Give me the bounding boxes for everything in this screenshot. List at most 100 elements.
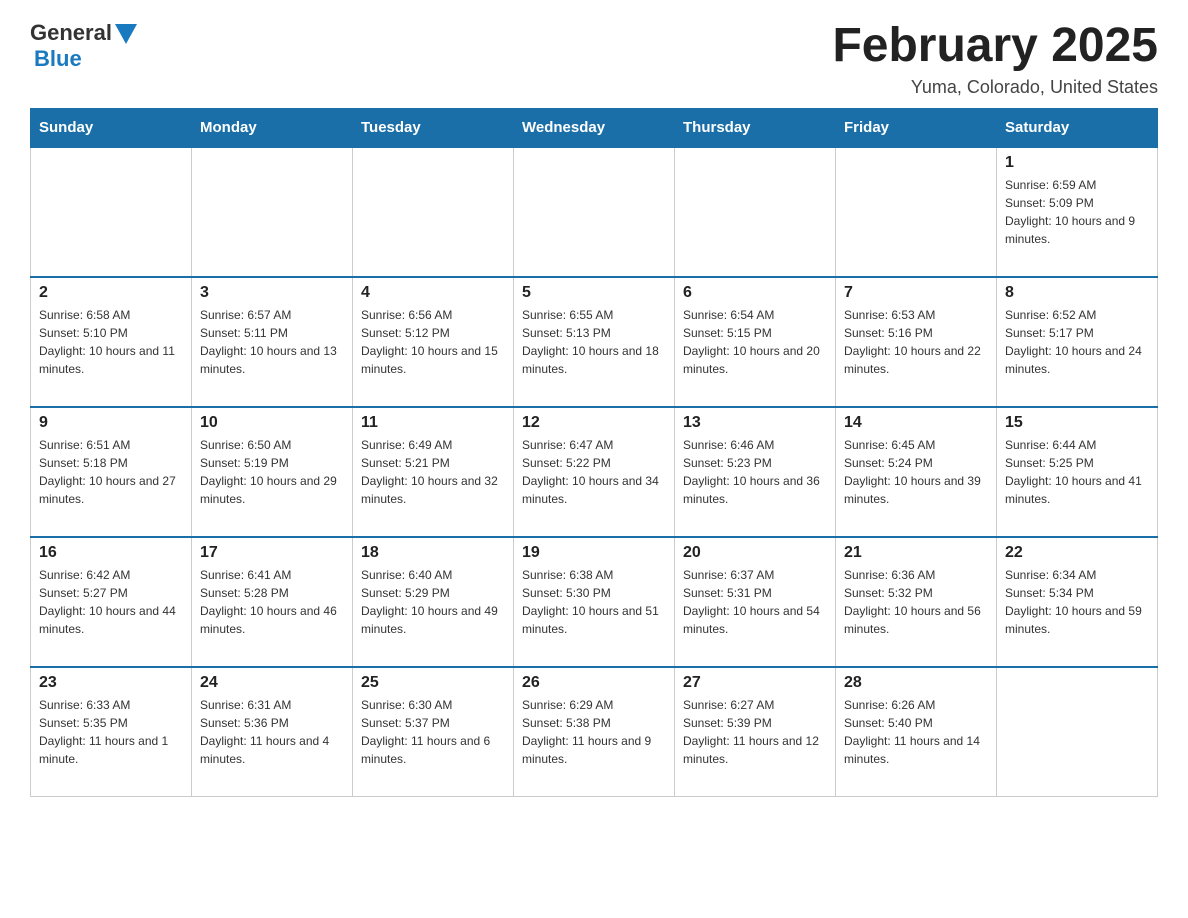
calendar-cell: 11 Sunrise: 6:49 AMSunset: 5:21 PMDayligh…	[353, 407, 514, 537]
weekday-header-monday: Monday	[192, 108, 353, 147]
day-number: 18	[361, 544, 505, 562]
day-number: 24	[200, 674, 344, 692]
day-number: 22	[1005, 544, 1149, 562]
day-number: 25	[361, 674, 505, 692]
calendar-cell: 25 Sunrise: 6:30 AMSunset: 5:37 PMDayligh…	[353, 667, 514, 797]
day-info: Sunrise: 6:40 AMSunset: 5:29 PMDaylight:…	[361, 566, 505, 638]
day-info: Sunrise: 6:37 AMSunset: 5:31 PMDaylight:…	[683, 566, 827, 638]
page-header: General Blue February 2025 Yuma, Colorad…	[30, 20, 1158, 98]
day-number: 11	[361, 414, 505, 432]
calendar-cell: 6Sunrise: 6:54 AMSunset: 5:15 PMDaylight…	[675, 277, 836, 407]
calendar-cell: 12 Sunrise: 6:47 AMSunset: 5:22 PMDayligh…	[514, 407, 675, 537]
calendar-cell: 15Sunrise: 6:44 AMSunset: 5:25 PMDayligh…	[997, 407, 1158, 537]
calendar-cell: 8 Sunrise: 6:52 AMSunset: 5:17 PMDaylight…	[997, 277, 1158, 407]
location-subtitle: Yuma, Colorado, United States	[832, 77, 1158, 98]
calendar-cell: 28Sunrise: 6:26 AMSunset: 5:40 PMDayligh…	[836, 667, 997, 797]
day-info: Sunrise: 6:42 AMSunset: 5:27 PMDaylight:…	[39, 566, 183, 638]
calendar-cell: 4 Sunrise: 6:56 AMSunset: 5:12 PMDaylight…	[353, 277, 514, 407]
calendar-week-row: 16 Sunrise: 6:42 AMSunset: 5:27 PMDayligh…	[31, 537, 1158, 667]
day-info: Sunrise: 6:56 AMSunset: 5:12 PMDaylight:…	[361, 306, 505, 378]
calendar-cell: 19Sunrise: 6:38 AMSunset: 5:30 PMDayligh…	[514, 537, 675, 667]
day-info: Sunrise: 6:27 AMSunset: 5:39 PMDaylight:…	[683, 696, 827, 768]
calendar-cell: 16 Sunrise: 6:42 AMSunset: 5:27 PMDayligh…	[31, 537, 192, 667]
day-info: Sunrise: 6:31 AMSunset: 5:36 PMDaylight:…	[200, 696, 344, 768]
day-info: Sunrise: 6:44 AMSunset: 5:25 PMDaylight:…	[1005, 436, 1149, 508]
day-info: Sunrise: 6:45 AMSunset: 5:24 PMDaylight:…	[844, 436, 988, 508]
day-number: 9	[39, 414, 183, 432]
weekday-header-wednesday: Wednesday	[514, 108, 675, 147]
title-section: February 2025 Yuma, Colorado, United Sta…	[832, 20, 1158, 98]
day-info: Sunrise: 6:46 AMSunset: 5:23 PMDaylight:…	[683, 436, 827, 508]
calendar-cell: 3 Sunrise: 6:57 AMSunset: 5:11 PMDaylight…	[192, 277, 353, 407]
day-info: Sunrise: 6:47 AMSunset: 5:22 PMDaylight:…	[522, 436, 666, 508]
day-info: Sunrise: 6:58 AMSunset: 5:10 PMDaylight:…	[39, 306, 183, 378]
calendar-cell: 20 Sunrise: 6:37 AMSunset: 5:31 PMDayligh…	[675, 537, 836, 667]
calendar-cell: 21 Sunrise: 6:36 AMSunset: 5:32 PMDayligh…	[836, 537, 997, 667]
weekday-header-row: SundayMondayTuesdayWednesdayThursdayFrid…	[31, 108, 1158, 147]
day-info: Sunrise: 6:29 AMSunset: 5:38 PMDaylight:…	[522, 696, 666, 768]
weekday-header-sunday: Sunday	[31, 108, 192, 147]
day-number: 28	[844, 674, 988, 692]
calendar-cell	[675, 147, 836, 277]
calendar-cell	[353, 147, 514, 277]
calendar-week-row: 2Sunrise: 6:58 AMSunset: 5:10 PMDaylight…	[31, 277, 1158, 407]
day-info: Sunrise: 6:30 AMSunset: 5:37 PMDaylight:…	[361, 696, 505, 768]
calendar-cell	[514, 147, 675, 277]
calendar-cell: 18 Sunrise: 6:40 AMSunset: 5:29 PMDayligh…	[353, 537, 514, 667]
month-year-title: February 2025	[832, 20, 1158, 73]
weekday-header-thursday: Thursday	[675, 108, 836, 147]
day-info: Sunrise: 6:50 AMSunset: 5:19 PMDaylight:…	[200, 436, 344, 508]
day-number: 13	[683, 414, 827, 432]
day-info: Sunrise: 6:55 AMSunset: 5:13 PMDaylight:…	[522, 306, 666, 378]
day-info: Sunrise: 6:51 AMSunset: 5:18 PMDaylight:…	[39, 436, 183, 508]
calendar-cell: 26 Sunrise: 6:29 AMSunset: 5:38 PMDayligh…	[514, 667, 675, 797]
day-number: 1	[1005, 154, 1149, 172]
day-info: Sunrise: 6:52 AMSunset: 5:17 PMDaylight:…	[1005, 306, 1149, 378]
day-info: Sunrise: 6:49 AMSunset: 5:21 PMDaylight:…	[361, 436, 505, 508]
calendar-cell: 1 Sunrise: 6:59 AMSunset: 5:09 PMDaylight…	[997, 147, 1158, 277]
calendar-cell: 7 Sunrise: 6:53 AMSunset: 5:16 PMDaylight…	[836, 277, 997, 407]
day-number: 20	[683, 544, 827, 562]
logo: General Blue	[30, 20, 137, 72]
day-number: 3	[200, 284, 344, 302]
calendar-cell	[997, 667, 1158, 797]
calendar-cell: 17Sunrise: 6:41 AMSunset: 5:28 PMDayligh…	[192, 537, 353, 667]
calendar-cell	[836, 147, 997, 277]
day-number: 14	[844, 414, 988, 432]
calendar-cell: 27Sunrise: 6:27 AMSunset: 5:39 PMDayligh…	[675, 667, 836, 797]
calendar-table: SundayMondayTuesdayWednesdayThursdayFrid…	[30, 108, 1158, 798]
day-number: 21	[844, 544, 988, 562]
day-number: 23	[39, 674, 183, 692]
day-info: Sunrise: 6:33 AMSunset: 5:35 PMDaylight:…	[39, 696, 183, 768]
day-number: 4	[361, 284, 505, 302]
calendar-cell: 13 Sunrise: 6:46 AMSunset: 5:23 PMDayligh…	[675, 407, 836, 537]
day-number: 19	[522, 544, 666, 562]
day-number: 16	[39, 544, 183, 562]
calendar-cell: 5 Sunrise: 6:55 AMSunset: 5:13 PMDaylight…	[514, 277, 675, 407]
logo-general-text: General	[30, 20, 112, 46]
day-number: 26	[522, 674, 666, 692]
weekday-header-friday: Friday	[836, 108, 997, 147]
weekday-header-saturday: Saturday	[997, 108, 1158, 147]
calendar-cell: 2Sunrise: 6:58 AMSunset: 5:10 PMDaylight…	[31, 277, 192, 407]
day-number: 8	[1005, 284, 1149, 302]
calendar-cell: 10 Sunrise: 6:50 AMSunset: 5:19 PMDayligh…	[192, 407, 353, 537]
calendar-cell	[192, 147, 353, 277]
day-number: 7	[844, 284, 988, 302]
day-number: 5	[522, 284, 666, 302]
day-info: Sunrise: 6:41 AMSunset: 5:28 PMDaylight:…	[200, 566, 344, 638]
weekday-header-tuesday: Tuesday	[353, 108, 514, 147]
day-info: Sunrise: 6:36 AMSunset: 5:32 PMDaylight:…	[844, 566, 988, 638]
logo-blue-text: Blue	[34, 46, 82, 72]
day-info: Sunrise: 6:59 AMSunset: 5:09 PMDaylight:…	[1005, 176, 1149, 248]
calendar-cell: 9 Sunrise: 6:51 AMSunset: 5:18 PMDaylight…	[31, 407, 192, 537]
day-info: Sunrise: 6:57 AMSunset: 5:11 PMDaylight:…	[200, 306, 344, 378]
calendar-week-row: 23 Sunrise: 6:33 AMSunset: 5:35 PMDayligh…	[31, 667, 1158, 797]
day-number: 12	[522, 414, 666, 432]
day-info: Sunrise: 6:54 AMSunset: 5:15 PMDaylight:…	[683, 306, 827, 378]
day-info: Sunrise: 6:53 AMSunset: 5:16 PMDaylight:…	[844, 306, 988, 378]
day-number: 10	[200, 414, 344, 432]
calendar-cell	[31, 147, 192, 277]
calendar-cell: 22Sunrise: 6:34 AMSunset: 5:34 PMDayligh…	[997, 537, 1158, 667]
calendar-week-row: 1 Sunrise: 6:59 AMSunset: 5:09 PMDaylight…	[31, 147, 1158, 277]
